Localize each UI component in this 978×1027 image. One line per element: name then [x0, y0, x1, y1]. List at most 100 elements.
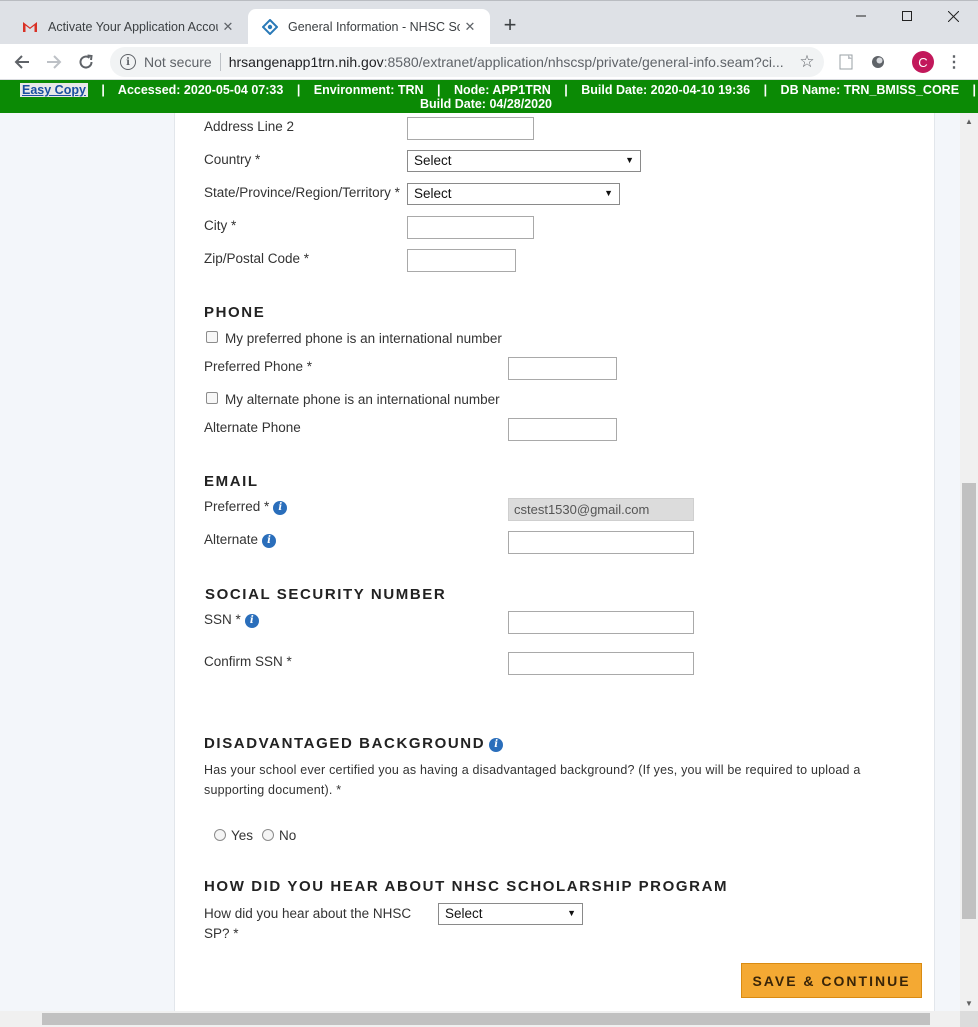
environment-bar: Easy Copy | Accessed: 2020-05-04 07:33 |… [0, 80, 978, 113]
url-text: hrsangenapp1trn.nih.gov:8580/extranet/ap… [228, 54, 784, 70]
disadvantaged-no-label: No [279, 828, 297, 843]
alternate-email-label-row: Alternate i [204, 532, 277, 548]
tab-general-information[interactable]: General Information - NHSC Scholarship ✕ [248, 9, 490, 45]
alternate-international-checkbox[interactable] [206, 392, 218, 404]
dropdown-arrow-icon: ▼ [604, 188, 613, 198]
alternate-email-label: Alternate [204, 532, 259, 547]
new-tab-icon[interactable]: + [498, 12, 522, 37]
address-line2-label: Address Line 2 [204, 119, 295, 134]
info-icon[interactable]: i [244, 613, 259, 628]
address-line2-input[interactable] [407, 117, 534, 140]
preferred-international-label: My preferred phone is an international n… [225, 331, 502, 346]
city-input[interactable] [407, 216, 534, 239]
environment-text: Environment: TRN [313, 83, 424, 97]
tab-gmail[interactable]: Activate Your Application Account ✕ [8, 9, 248, 45]
tab-title: Activate Your Application Account [48, 20, 218, 34]
hear-about-label: How did you hear about the NHSC SP? * [204, 904, 411, 944]
environment-info-line: Easy Copy | Accessed: 2020-05-04 07:33 |… [20, 83, 977, 97]
alternate-international-label: My alternate phone is an international n… [225, 392, 500, 407]
scroll-up-icon[interactable]: ▲ [960, 113, 978, 129]
horizontal-scrollbar[interactable] [0, 1011, 960, 1027]
minimize-icon[interactable] [838, 1, 884, 31]
disadvantaged-question-line2: supporting document). * [204, 783, 342, 797]
address-bar: i Not secure hrsangenapp1trn.nih.gov:858… [0, 44, 978, 80]
node-text: Node: APP1TRN [454, 83, 551, 97]
easy-copy-link[interactable]: Easy Copy [20, 83, 88, 97]
disadvantaged-no-radio[interactable] [262, 829, 274, 841]
db-name-text: DB Name: TRN_BMISS_CORE [780, 83, 960, 97]
accessed-text: Accessed: 2020-05-04 07:33 [117, 83, 284, 97]
city-label: City * [204, 218, 237, 233]
preferred-phone-input[interactable] [508, 357, 617, 380]
ssn-label: SSN * [204, 612, 241, 627]
page-viewport: Address Line 2 Country * Select ▼ State/… [0, 113, 960, 1011]
extension-icon[interactable] [836, 52, 856, 72]
dropdown-arrow-icon: ▼ [567, 908, 576, 918]
email-heading: EMAIL [204, 473, 259, 490]
info-icon[interactable]: i [489, 737, 504, 752]
ssn-label-row: SSN * i [204, 612, 259, 628]
disadvantaged-yes-radio[interactable] [214, 829, 226, 841]
disadvantaged-question: Has your school ever certified you as ha… [204, 760, 904, 800]
preferred-international-checkbox[interactable] [206, 331, 218, 343]
info-icon[interactable]: i [273, 500, 288, 515]
state-select[interactable]: Select ▼ [407, 183, 620, 205]
info-icon[interactable]: i [262, 533, 277, 548]
preferred-email-label-row: Preferred * i [204, 499, 288, 515]
extension-circle-icon[interactable] [868, 52, 888, 72]
save-continue-button[interactable]: SAVE & CONTINUE [741, 963, 922, 998]
alternate-phone-label: Alternate Phone [204, 420, 301, 435]
back-arrow-icon[interactable] [10, 50, 34, 74]
close-tab-icon[interactable]: ✕ [460, 17, 480, 37]
site-info-icon[interactable]: i [120, 54, 136, 70]
state-label: State/Province/Region/Territory * [204, 185, 400, 200]
state-select-value: Select [414, 186, 452, 201]
dropdown-arrow-icon: ▼ [625, 155, 634, 165]
alternate-phone-input[interactable] [508, 418, 617, 441]
hear-about-heading: HOW DID YOU HEAR ABOUT NHSC SCHOLARSHIP … [204, 878, 729, 895]
country-select[interactable]: Select ▼ [407, 150, 641, 172]
not-secure-label: Not secure [144, 54, 212, 70]
vertical-scroll-thumb[interactable] [962, 483, 976, 919]
vertical-scrollbar[interactable]: ▲ ▼ [960, 113, 978, 1011]
horizontal-scroll-thumb[interactable] [42, 1013, 930, 1025]
scroll-down-icon[interactable]: ▼ [960, 995, 978, 1011]
zip-input[interactable] [407, 249, 516, 272]
country-select-value: Select [414, 153, 452, 168]
gmail-icon [22, 19, 38, 35]
disadvantaged-yes-label: Yes [231, 828, 254, 843]
scrollbar-corner [960, 1011, 978, 1027]
forward-arrow-icon[interactable] [42, 50, 66, 74]
confirm-ssn-input[interactable] [508, 652, 694, 675]
country-label: Country * [204, 152, 261, 167]
reload-icon[interactable] [74, 50, 98, 74]
hear-about-select[interactable]: Select ▼ [438, 903, 583, 925]
disadvantaged-heading-row: DISADVANTAGED BACKGROUND i [204, 735, 504, 752]
close-window-icon[interactable] [930, 1, 976, 31]
tab-title: General Information - NHSC Scholarship [288, 20, 460, 34]
browser-tab-strip: Activate Your Application Account ✕ Gene… [0, 0, 978, 45]
build-date-text: Build Date: 2020-04-10 19:36 [581, 83, 751, 97]
preferred-email-label: Preferred * [204, 499, 270, 514]
preferred-phone-label: Preferred Phone * [204, 359, 313, 374]
zip-label: Zip/Postal Code * [204, 251, 310, 266]
hrsa-icon [262, 19, 278, 35]
ssn-heading: SOCIAL SECURITY NUMBER [205, 586, 447, 603]
phone-heading: PHONE [204, 304, 266, 321]
url-omnibox[interactable]: i Not secure hrsangenapp1trn.nih.gov:858… [110, 47, 824, 77]
disadvantaged-question-line1: Has your school ever certified you as ha… [204, 763, 861, 777]
build-date-2-text: Build Date: 04/28/2020 [420, 97, 553, 111]
close-tab-icon[interactable]: ✕ [218, 17, 238, 37]
ssn-input[interactable] [508, 611, 694, 634]
disadvantaged-heading: DISADVANTAGED BACKGROUND [204, 735, 486, 752]
bookmark-star-icon[interactable]: ☆ [796, 52, 818, 72]
preferred-email-input: cstest1530@gmail.com [508, 498, 694, 521]
hear-about-label-line2: SP? * [204, 926, 239, 941]
browser-menu-icon[interactable]: ⋮ [944, 52, 964, 72]
hear-about-label-line1: How did you hear about the NHSC [204, 906, 412, 921]
maximize-icon[interactable] [884, 1, 930, 31]
profile-avatar[interactable]: C [912, 51, 934, 73]
alternate-email-input[interactable] [508, 531, 694, 554]
form-panel: Address Line 2 Country * Select ▼ State/… [174, 113, 935, 1011]
hear-about-select-value: Select [445, 906, 483, 921]
